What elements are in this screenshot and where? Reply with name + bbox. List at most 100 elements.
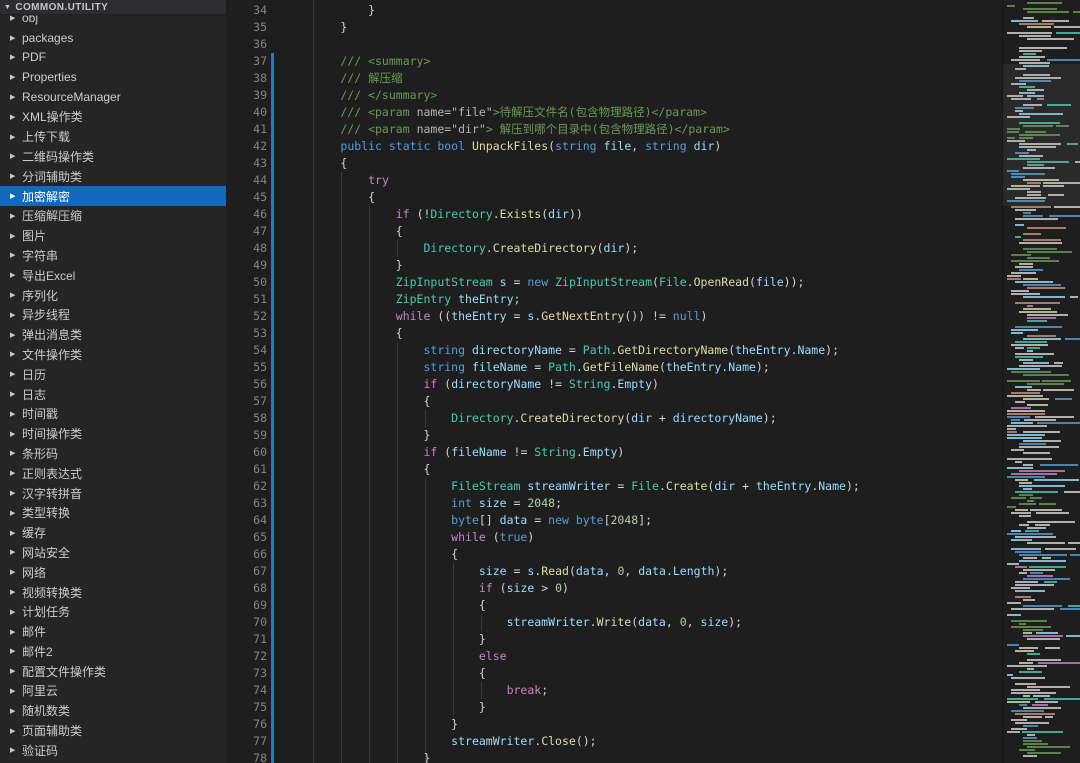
line-number[interactable]: 43 xyxy=(227,155,267,172)
minimap-slider[interactable] xyxy=(1003,64,1080,206)
code-line[interactable]: 63 int size = 2048; xyxy=(227,495,1002,512)
code-line[interactable]: 45 { xyxy=(227,189,1002,206)
code-line[interactable]: 78 } xyxy=(227,750,1002,763)
sidebar-item[interactable]: ▶汉字转拼音 xyxy=(0,483,226,503)
sidebar-item[interactable]: ▶导出Excel xyxy=(0,265,226,285)
line-number[interactable]: 52 xyxy=(227,308,267,325)
sidebar-item[interactable]: ▶网络 xyxy=(0,562,226,582)
sidebar-item[interactable]: ▶时间戳 xyxy=(0,404,226,424)
code-line[interactable]: 67 size = s.Read(data, 0, data.Length); xyxy=(227,563,1002,580)
line-number[interactable]: 34 xyxy=(227,2,267,19)
code-line[interactable]: 53 { xyxy=(227,325,1002,342)
line-number[interactable]: 72 xyxy=(227,648,267,665)
code-line[interactable]: 71 } xyxy=(227,631,1002,648)
code-line[interactable]: 77 streamWriter.Close(); xyxy=(227,733,1002,750)
line-number[interactable]: 51 xyxy=(227,291,267,308)
sidebar-item[interactable]: ▶XML操作类 xyxy=(0,107,226,127)
line-number[interactable]: 39 xyxy=(227,87,267,104)
sidebar-item[interactable]: ▶PDF xyxy=(0,48,226,68)
code-area[interactable]: 34 }35 }3637 /// <summary>38 /// 解压缩39 /… xyxy=(227,0,1002,763)
sidebar-item[interactable]: ▶配置文件操作类 xyxy=(0,661,226,681)
line-number[interactable]: 63 xyxy=(227,495,267,512)
code-line[interactable]: 60 if (fileName != String.Empty) xyxy=(227,444,1002,461)
line-number[interactable]: 38 xyxy=(227,70,267,87)
line-number[interactable]: 46 xyxy=(227,206,267,223)
code-line[interactable]: 65 while (true) xyxy=(227,529,1002,546)
sidebar-item[interactable]: ▶时间操作类 xyxy=(0,424,226,444)
sidebar-item[interactable]: ▶计划任务 xyxy=(0,602,226,622)
code-line[interactable]: 75 } xyxy=(227,699,1002,716)
line-number[interactable]: 64 xyxy=(227,512,267,529)
sidebar-item[interactable]: ▶分词辅助类 xyxy=(0,166,226,186)
sidebar-item[interactable]: ▶验证码 xyxy=(0,740,226,760)
line-number[interactable]: 41 xyxy=(227,121,267,138)
code-line[interactable]: 52 while ((theEntry = s.GetNextEntry()) … xyxy=(227,308,1002,325)
code-line[interactable]: 73 { xyxy=(227,665,1002,682)
code-line[interactable]: 76 } xyxy=(227,716,1002,733)
line-number[interactable]: 77 xyxy=(227,733,267,750)
sidebar-item[interactable]: ▶类型转换 xyxy=(0,503,226,523)
line-number[interactable]: 36 xyxy=(227,36,267,53)
line-number[interactable]: 69 xyxy=(227,597,267,614)
sidebar-item[interactable]: ▶日志 xyxy=(0,384,226,404)
code-line[interactable]: 36 xyxy=(227,36,1002,53)
code-line[interactable]: 34 } xyxy=(227,2,1002,19)
sidebar-item[interactable]: ▶序列化 xyxy=(0,285,226,305)
sidebar-item[interactable]: ▶视频转换类 xyxy=(0,582,226,602)
line-number[interactable]: 40 xyxy=(227,104,267,121)
line-number[interactable]: 78 xyxy=(227,750,267,763)
code-line[interactable]: 40 /// <param name="file">待解压文件名(包含物理路径)… xyxy=(227,104,1002,121)
code-line[interactable]: 39 /// </summary> xyxy=(227,87,1002,104)
line-number[interactable]: 37 xyxy=(227,53,267,70)
code-line[interactable]: 35 } xyxy=(227,19,1002,36)
line-number[interactable]: 65 xyxy=(227,529,267,546)
line-number[interactable]: 60 xyxy=(227,444,267,461)
line-number[interactable]: 67 xyxy=(227,563,267,580)
line-number[interactable]: 49 xyxy=(227,257,267,274)
editor-pane[interactable]: 34 }35 }3637 /// <summary>38 /// 解压缩39 /… xyxy=(227,0,1002,763)
code-line[interactable]: 62 FileStream streamWriter = File.Create… xyxy=(227,478,1002,495)
code-line[interactable]: 54 string directoryName = Path.GetDirect… xyxy=(227,342,1002,359)
code-line[interactable]: 50 ZipInputStream s = new ZipInputStream… xyxy=(227,274,1002,291)
sidebar-item[interactable]: ▶条形码 xyxy=(0,444,226,464)
sidebar-item[interactable]: ▶上传下载 xyxy=(0,127,226,147)
line-number[interactable]: 55 xyxy=(227,359,267,376)
sidebar-item[interactable]: ▶页面辅助类 xyxy=(0,721,226,741)
code-line[interactable]: 55 string fileName = Path.GetFileName(th… xyxy=(227,359,1002,376)
code-line[interactable]: 46 if (!Directory.Exists(dir)) xyxy=(227,206,1002,223)
line-number[interactable]: 76 xyxy=(227,716,267,733)
line-number[interactable]: 66 xyxy=(227,546,267,563)
sidebar-item[interactable]: ▶二维码操作类 xyxy=(0,147,226,167)
line-number[interactable]: 54 xyxy=(227,342,267,359)
code-line[interactable]: 61 { xyxy=(227,461,1002,478)
code-line[interactable]: 69 { xyxy=(227,597,1002,614)
line-number[interactable]: 75 xyxy=(227,699,267,716)
line-number[interactable]: 47 xyxy=(227,223,267,240)
explorer-section-header[interactable]: ▼ COMMON.UTILITY xyxy=(0,0,226,15)
sidebar-item[interactable]: ▶正则表达式 xyxy=(0,463,226,483)
line-number[interactable]: 48 xyxy=(227,240,267,257)
line-number[interactable]: 59 xyxy=(227,427,267,444)
sidebar-item[interactable]: ▶弹出消息类 xyxy=(0,325,226,345)
sidebar-item[interactable]: ▶压缩解压缩 xyxy=(0,206,226,226)
code-line[interactable]: 48 Directory.CreateDirectory(dir); xyxy=(227,240,1002,257)
code-line[interactable]: 64 byte[] data = new byte[2048]; xyxy=(227,512,1002,529)
code-line[interactable]: 43 { xyxy=(227,155,1002,172)
sidebar-item[interactable]: ▶ResourceManager xyxy=(0,87,226,107)
code-line[interactable]: 66 { xyxy=(227,546,1002,563)
code-line[interactable]: 59 } xyxy=(227,427,1002,444)
line-number[interactable]: 61 xyxy=(227,461,267,478)
code-line[interactable]: 56 if (directoryName != String.Empty) xyxy=(227,376,1002,393)
line-number[interactable]: 57 xyxy=(227,393,267,410)
sidebar-item[interactable]: ▶缓存 xyxy=(0,523,226,543)
sidebar-item[interactable]: ▶网站安全 xyxy=(0,543,226,563)
line-number[interactable]: 45 xyxy=(227,189,267,206)
code-line[interactable]: 44 try xyxy=(227,172,1002,189)
line-number[interactable]: 68 xyxy=(227,580,267,597)
code-line[interactable]: 57 { xyxy=(227,393,1002,410)
code-line[interactable]: 42 public static bool UnpackFiles(string… xyxy=(227,138,1002,155)
sidebar-item[interactable]: ▶图片 xyxy=(0,226,226,246)
code-line[interactable]: 68 if (size > 0) xyxy=(227,580,1002,597)
line-number[interactable]: 71 xyxy=(227,631,267,648)
sidebar-item[interactable]: ▶异步线程 xyxy=(0,305,226,325)
